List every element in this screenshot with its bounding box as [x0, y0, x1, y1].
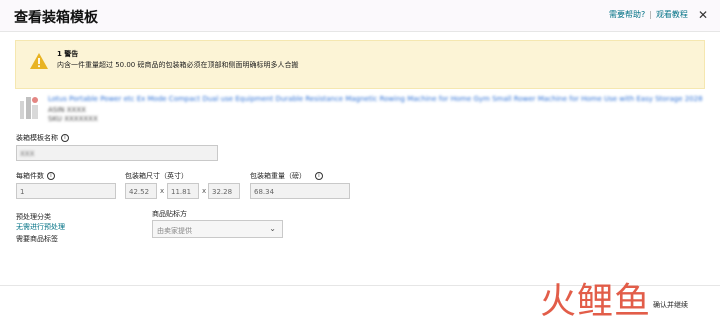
warning-banner: 1 警告 内含一件重量超过 50.00 磅商品的包装箱必须在顶部和侧面明确标明多… [15, 40, 705, 89]
box-width-field[interactable]: 11.81 [167, 183, 199, 199]
units-per-box-label: 每箱件数 i [16, 171, 55, 181]
labeling-owner-select[interactable]: 由卖家提供 ⌄ [152, 220, 283, 238]
box-weight-value: 68.34 [254, 188, 275, 196]
tutorial-link[interactable]: 观看教程 [656, 9, 688, 20]
box-dimensions-label: 包装箱尺寸（英寸） [125, 171, 188, 181]
box-dimensions-label-text: 包装箱尺寸（英寸） [125, 172, 188, 180]
template-name-field[interactable]: XXX [16, 145, 218, 161]
warning-title: 1 警告 [57, 50, 79, 58]
modal-title: 查看装箱模板 [14, 10, 98, 26]
warning-icon [30, 53, 48, 69]
info-icon[interactable]: i [315, 172, 323, 180]
confirm-continue-button[interactable]: 确认并继续 [653, 300, 688, 310]
labeling-owner-selected: 由卖家提供 [157, 227, 192, 235]
prep-required-link[interactable]: 无需进行预处理 [16, 222, 65, 232]
watermark-logo: 火鲤鱼 [540, 281, 652, 322]
product-title-link[interactable]: Lotus Portable Power etc Ex Mode Compact… [48, 95, 703, 103]
units-per-box-field[interactable]: 1 [16, 183, 116, 199]
labeling-owner-label: 商品贴标方 [152, 210, 187, 218]
product-thumbnail [17, 93, 41, 123]
times-separator: x [160, 187, 165, 195]
close-icon[interactable]: ✕ [698, 9, 708, 21]
prep-category-label: 预处理分类 [16, 213, 51, 221]
header-links: 需要帮助? | 观看教程 ✕ [609, 9, 708, 21]
box-weight-label: 包装箱重量（磅） i [250, 171, 323, 181]
product-asin: ASIN XXXX [48, 106, 86, 114]
box-height-field[interactable]: 32.28 [208, 183, 240, 199]
box-width-value: 11.81 [171, 188, 192, 196]
box-length-value: 42.52 [129, 188, 150, 196]
units-per-box-value: 1 [20, 188, 25, 196]
help-link[interactable]: 需要帮助? [609, 9, 645, 20]
template-name-value: XXX [20, 150, 35, 158]
labeling-required-text: 需要商品标签 [16, 235, 58, 243]
box-height-value: 32.28 [212, 188, 233, 196]
warning-message: 内含一件重量超过 50.00 磅商品的包装箱必须在顶部和侧面明确标明多人合搬 [57, 61, 299, 69]
box-weight-label-text: 包装箱重量（磅） [250, 172, 306, 180]
template-name-label-text: 装箱模板名称 [16, 134, 58, 142]
box-length-field[interactable]: 42.52 [125, 183, 157, 199]
info-icon[interactable]: i [47, 172, 55, 180]
product-sku: SKU XXXXXXX [48, 115, 98, 123]
template-name-label: 装箱模板名称 i [16, 133, 69, 143]
box-weight-field[interactable]: 68.34 [250, 183, 350, 199]
modal-header: 查看装箱模板 需要帮助? | 观看教程 ✕ [0, 0, 720, 32]
info-icon[interactable]: i [61, 134, 69, 142]
times-separator: x [202, 187, 207, 195]
link-separator: | [649, 10, 652, 19]
chevron-down-icon: ⌄ [269, 224, 276, 233]
units-per-box-label-text: 每箱件数 [16, 172, 44, 180]
